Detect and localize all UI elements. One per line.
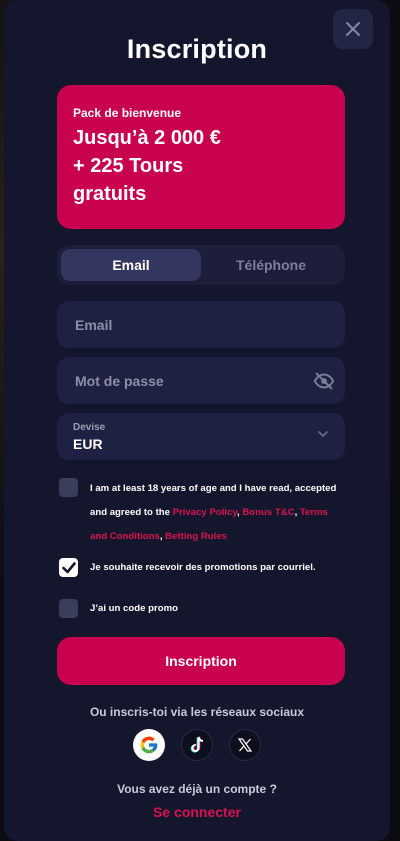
terms-label: I am at least 18 years of age and I have…: [90, 477, 338, 549]
signup-submit-button[interactable]: Inscription: [57, 637, 345, 685]
social-signup-caption: Ou inscris-toi via les réseaux sociaux: [89, 705, 305, 719]
promo-code-checkbox[interactable]: [59, 599, 78, 618]
x-icon: [238, 738, 252, 752]
chevron-down-icon: [318, 431, 328, 438]
currency-select[interactable]: Devise EUR: [57, 413, 345, 460]
email-field-container: [57, 301, 345, 348]
promotions-row: Je souhaite recevoir des promotions par …: [59, 558, 316, 578]
promo-code-label: J’ai un code promo: [90, 603, 178, 614]
existing-account-question: Vous avez déjà un compte ?: [117, 782, 277, 796]
welcome-promo-card: Pack de bienvenue Jusqu’à 2 000 € + 225 …: [57, 85, 345, 229]
registration-modal: Inscription Pack de bienvenue Jusqu’à 2 …: [4, 0, 390, 841]
x-signup-button[interactable]: [229, 729, 261, 761]
tab-email[interactable]: Email: [61, 249, 201, 281]
login-link[interactable]: Se connecter: [4, 804, 390, 820]
tiktok-icon: [190, 736, 204, 753]
social-providers: [4, 729, 390, 761]
google-icon: [140, 736, 158, 754]
currency-value: EUR: [73, 435, 103, 452]
email-input[interactable]: [73, 315, 329, 334]
checkmark-icon: [61, 561, 76, 573]
hide-password-icon[interactable]: [313, 370, 335, 392]
betting-rules-link[interactable]: Betting Rules: [165, 531, 227, 542]
currency-label: Devise: [73, 421, 106, 433]
promo-code-row: J’ai un code promo: [59, 599, 178, 619]
tiktok-signup-button[interactable]: [181, 729, 213, 761]
terms-checkbox[interactable]: [59, 478, 78, 497]
promo-headline: Jusqu’à 2 000 € + 225 Tours gratuits: [73, 127, 221, 205]
password-field-container: [57, 357, 345, 404]
promotions-checkbox[interactable]: [59, 558, 78, 577]
tab-telephone[interactable]: Téléphone: [201, 249, 341, 281]
bonus-tc-link[interactable]: Bonus T&C: [242, 507, 294, 518]
signup-method-tabs: Email Téléphone: [57, 245, 345, 285]
password-input[interactable]: [73, 371, 329, 390]
google-signup-button[interactable]: [133, 729, 165, 761]
modal-title: Inscription: [126, 34, 268, 64]
promotions-label: Je souhaite recevoir des promotions par …: [90, 562, 316, 573]
terms-row: I am at least 18 years of age and I have…: [59, 478, 338, 549]
privacy-policy-link[interactable]: Privacy Policy: [173, 507, 237, 518]
promo-eyebrow: Pack de bienvenue: [73, 106, 182, 120]
